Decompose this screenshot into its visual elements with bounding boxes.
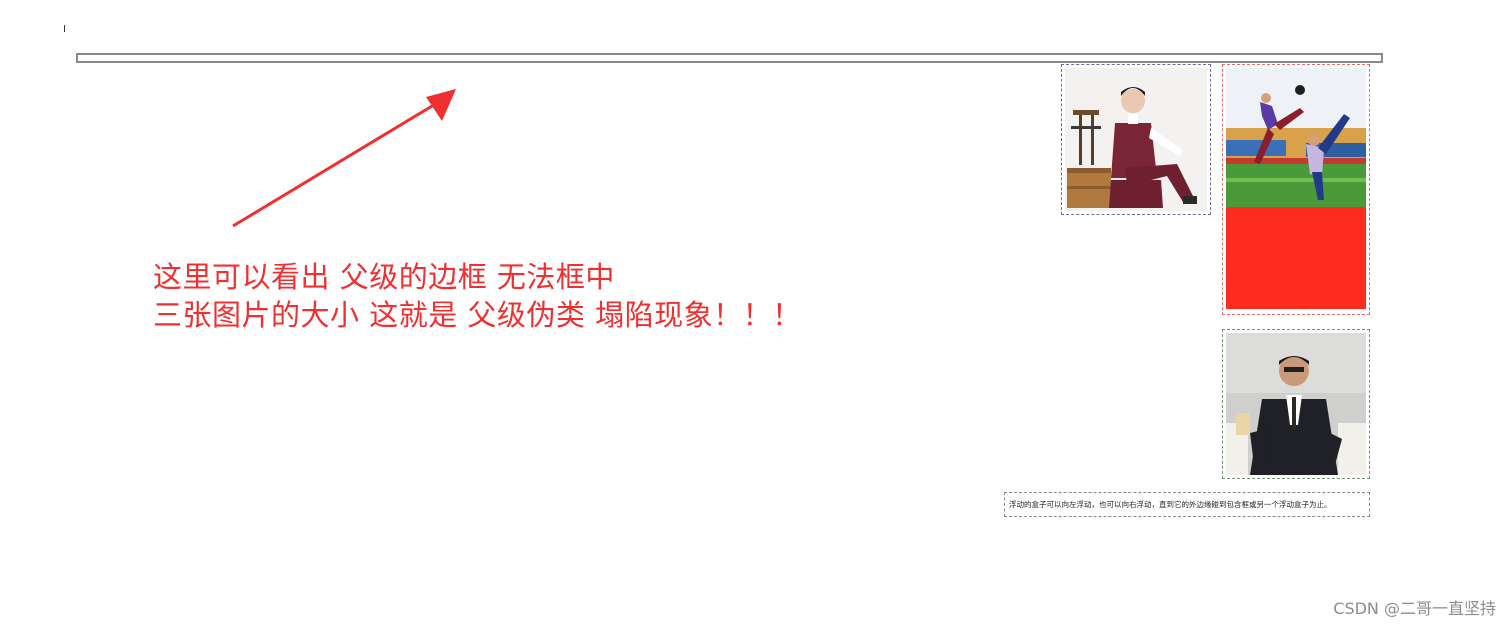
float-box-1 [1061, 64, 1211, 215]
annotation-line-1: 这里可以看出 父级的边框 无法框中 [153, 260, 615, 294]
float-box-3 [1222, 329, 1370, 479]
photo-young-man-seated [1065, 68, 1207, 211]
text-cursor [64, 25, 65, 32]
parent-container-collapsed [76, 53, 1383, 63]
float-box-2 [1222, 64, 1370, 315]
annotation-line-2: 三张图片的大小 这就是 父级伪类 塌陷现象！！！ [153, 298, 802, 332]
annotation-text: 这里可以看出 父级的边框 无法框中 三张图片的大小 这就是 父级伪类 塌陷现象！… [153, 258, 802, 334]
red-arrow-icon [232, 89, 456, 228]
red-block [1226, 207, 1366, 309]
watermark: CSDN @二哥一直坚持 [1333, 599, 1496, 618]
caption-box: 浮动的盒子可以向左浮动，也可以向右浮动，直到它的外边缘碰到包含框或另一个浮动盒子… [1004, 492, 1370, 517]
caption-text: 浮动的盒子可以向左浮动，也可以向右浮动，直到它的外边缘碰到包含框或另一个浮动盒子… [1009, 500, 1332, 509]
photo-soccer-players [1226, 68, 1366, 207]
photo-man-in-suit [1226, 333, 1366, 475]
